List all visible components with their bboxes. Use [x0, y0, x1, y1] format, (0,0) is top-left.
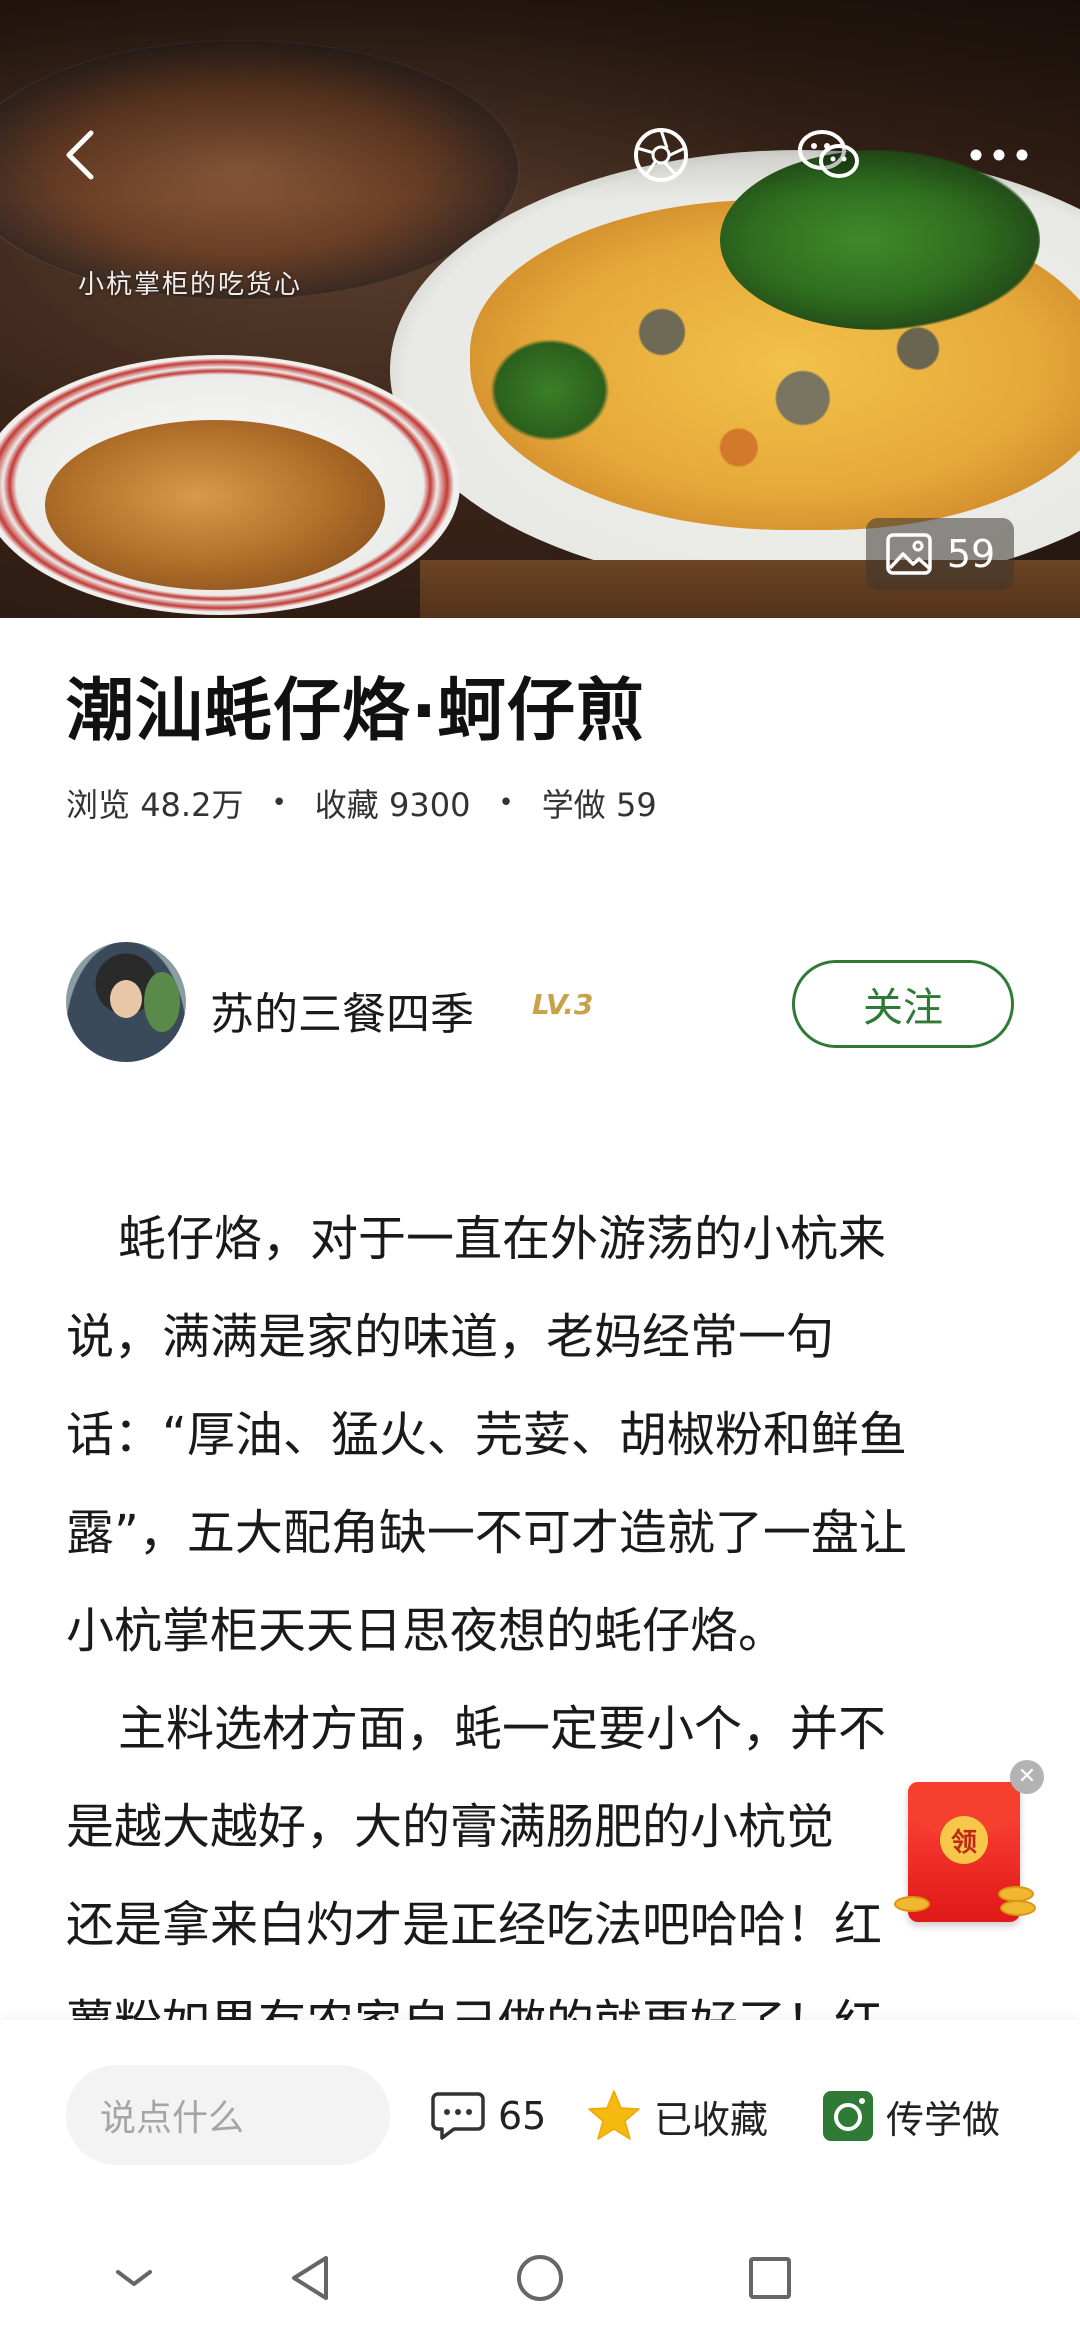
- more-button[interactable]: [964, 120, 1034, 190]
- dip-sauce: [45, 420, 385, 590]
- views-value: 48.2万: [140, 786, 244, 824]
- favorites-label: 收藏: [314, 786, 379, 824]
- aperture-icon: [634, 128, 688, 182]
- more-dots-icon: [970, 149, 1028, 161]
- photo-count-badge[interactable]: 59: [866, 518, 1014, 590]
- views-stat: 浏览 48.2万: [66, 780, 243, 826]
- recipe-title: 潮汕蚝仔烙·蚵仔煎: [66, 672, 645, 751]
- text-line: 露”，五大配角缺一不可才造就了一盘让: [66, 1505, 907, 1561]
- circle-home-icon: [517, 2255, 563, 2301]
- learned-stat: 学做 59: [542, 780, 657, 826]
- coin-icon: [894, 1896, 930, 1912]
- follow-button[interactable]: 关注: [792, 960, 1014, 1048]
- paragraph-1: 蚝仔烙，对于一直在外游荡的小杭来 说，满满是家的味道，老妈经常一句 话：“厚油、…: [66, 1190, 1016, 1680]
- text-line: 话：“厚油、猛火、芫荽、胡椒粉和鲜鱼: [66, 1407, 907, 1463]
- favorited-label: 已收藏: [654, 2097, 769, 2142]
- red-packet-seal: 领: [940, 1816, 988, 1864]
- star-icon: [588, 2090, 640, 2140]
- author-name[interactable]: 苏的三餐四季: [210, 978, 474, 1042]
- favorites-value: 9300: [388, 786, 471, 824]
- nav-home-button[interactable]: [508, 2246, 572, 2310]
- recipe-description: 蚝仔烙，对于一直在外游荡的小杭来 说，满满是家的味道，老妈经常一句 话：“厚油、…: [66, 1190, 1016, 2020]
- stat-separator: •: [271, 788, 287, 818]
- wechat-share-button[interactable]: [794, 120, 864, 190]
- cilantro-garnish-small: [480, 330, 620, 450]
- nav-recents-button[interactable]: [738, 2246, 802, 2310]
- text-line: 是越大越好，大的膏满肠肥的小杭觉: [66, 1799, 835, 1855]
- learned-label: 学做: [541, 786, 606, 824]
- text-line: 还是拿来白灼才是正经吃法吧哈哈！红: [66, 1897, 883, 1953]
- camera-square-icon: [823, 2091, 873, 2141]
- hero-top-shade: [0, 0, 1080, 200]
- favorites-stat: 收藏 9300: [315, 780, 471, 826]
- recipe-stats: 浏览 48.2万 • 收藏 9300 • 学做 59: [66, 780, 657, 826]
- photo-count-value: 59: [946, 532, 996, 576]
- upload-attempt-button[interactable]: 传学做: [822, 2080, 1000, 2152]
- square-recents-icon: [749, 2257, 791, 2299]
- author-avatar[interactable]: [66, 942, 186, 1062]
- back-arrow-icon: [66, 130, 94, 180]
- triangle-back-icon: [292, 2256, 328, 2300]
- stat-separator: •: [498, 788, 514, 818]
- author-level-badge: LV.3: [532, 988, 594, 1021]
- avatar-face: [110, 980, 142, 1018]
- comments-button[interactable]: 65: [430, 2080, 546, 2152]
- text-line: 小杭掌柜天天日思夜想的蚝仔烙。: [66, 1603, 787, 1659]
- learned-value: 59: [615, 786, 657, 824]
- nav-back-button[interactable]: [278, 2246, 342, 2310]
- text-line: 蚝仔烙，对于一直在外游荡的小杭来: [118, 1211, 887, 1267]
- red-packet-widget[interactable]: 领 ✕: [890, 1760, 1044, 1925]
- wechat-icon: [798, 130, 859, 178]
- text-line: 薯粉如果有农家自己做的就更好了！红: [66, 1974, 1016, 2020]
- comment-count: 65: [498, 2094, 547, 2138]
- nav-collapse-button[interactable]: [102, 2246, 166, 2310]
- coin-icon: [1000, 1900, 1036, 1916]
- text-line: 主料选材方面，蚝一定要小个，并不: [118, 1701, 887, 1757]
- upload-label: 传学做: [886, 2097, 1001, 2142]
- paragraph-2: 主料选材方面，蚝一定要小个，并不 是越大越好，大的膏满肠肥的小杭觉 还是拿来白灼…: [66, 1680, 1016, 2020]
- close-icon[interactable]: ✕: [1010, 1760, 1044, 1794]
- image-icon: [886, 533, 932, 575]
- chevron-down-icon: [116, 2270, 152, 2286]
- aperture-button[interactable]: [626, 120, 696, 190]
- back-button[interactable]: [46, 120, 116, 190]
- avatar-plant: [144, 972, 180, 1032]
- comment-bubble-icon: [431, 2092, 485, 2140]
- comment-input[interactable]: 说点什么: [66, 2065, 390, 2165]
- favorite-button[interactable]: 已收藏: [586, 2080, 768, 2152]
- image-watermark: 小杭掌柜的吃货心: [78, 270, 303, 300]
- views-label: 浏览: [66, 786, 131, 824]
- text-line: 说，满满是家的味道，老妈经常一句: [66, 1309, 835, 1365]
